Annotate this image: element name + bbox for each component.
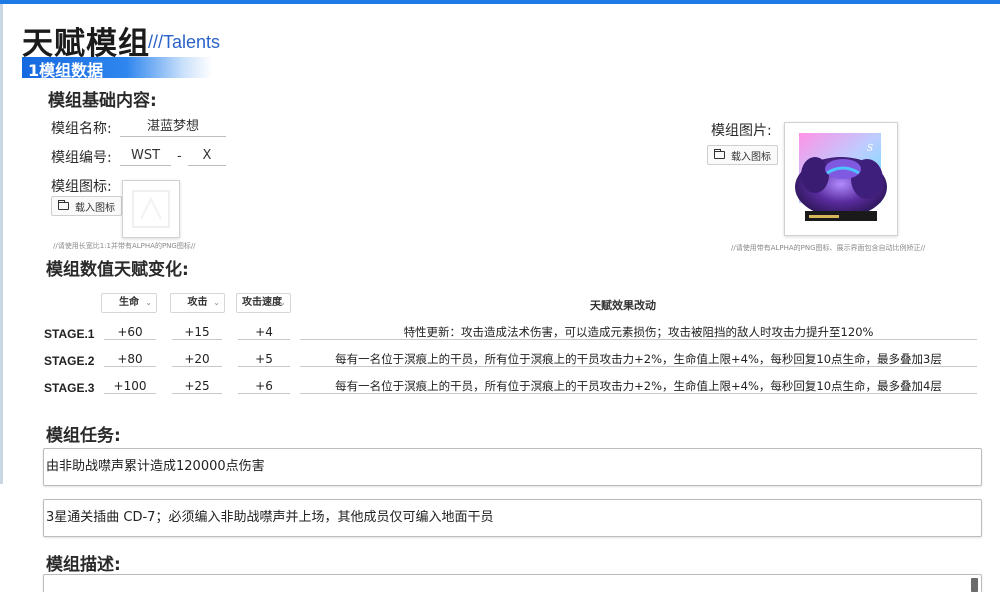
module-image-picture: S (795, 133, 887, 221)
module-id-suffix-field[interactable]: X (188, 146, 226, 166)
module-icon-label: 模组图标: (51, 179, 112, 195)
module-name-label: 模组名称: (51, 121, 112, 137)
module-image-slot[interactable]: S (784, 122, 898, 236)
chevron-down-icon: ⌄ (279, 298, 286, 307)
stage-label: STAGE.1 (44, 327, 95, 341)
column-select-hp-label: 生命 (119, 297, 139, 308)
hp-input[interactable]: +60 (104, 324, 156, 340)
description-heading: 模组描述: (46, 555, 121, 575)
atk-input[interactable]: +15 (172, 324, 222, 340)
column-select-atk[interactable]: 攻击 ⌄ (170, 293, 225, 313)
talent-heading: 模组数值天赋变化: (46, 260, 189, 280)
load-image-button-label: 载入图标 (731, 151, 771, 163)
description-textarea[interactable] (43, 574, 982, 592)
column-select-speed[interactable]: 攻击速度 ⌄ (236, 293, 291, 313)
mission-task-field[interactable]: 由非助战噤声累计造成120000点伤害 (43, 448, 982, 486)
image-hint: //请使用带有ALPHA的PNG图标、展示界面包含自动比例矫正// (731, 244, 926, 252)
load-image-button[interactable]: 载入图标 (707, 145, 778, 165)
basic-heading: 模组基础内容: (48, 91, 157, 111)
hp-input[interactable]: +80 (104, 351, 156, 367)
stage-label: STAGE.3 (44, 381, 95, 395)
top-accent-bar (0, 0, 1000, 4)
module-id-prefix-field[interactable]: WST (120, 146, 171, 166)
load-icon-button-label: 载入图标 (75, 202, 115, 214)
effect-input[interactable]: 每有一名位于溟痕上的干员，所有位于溟痕上的干员攻击力+2%，生命值上限+4%，每… (300, 378, 977, 394)
folder-icon (58, 200, 69, 210)
placeholder-icon (132, 190, 170, 228)
atk-input[interactable]: +20 (172, 351, 222, 367)
speed-input[interactable]: +4 (238, 324, 290, 340)
icon-hint: //请使用长宽比1:1并带有ALPHA的PNG图标// (53, 242, 196, 250)
effect-column-header: 天赋效果改动 (590, 299, 656, 312)
column-select-speed-label: 攻击速度 (242, 297, 282, 308)
chevron-down-icon: ⌄ (145, 298, 152, 307)
svg-text:S: S (867, 144, 873, 154)
section-banner-label: 1模组数据 (28, 61, 104, 80)
module-id-label: 模组编号: (51, 150, 112, 166)
module-id-dash: - (177, 149, 182, 164)
column-select-hp[interactable]: 生命 ⌄ (101, 293, 157, 313)
effect-input[interactable]: 每有一名位于溟痕上的干员，所有位于溟痕上的干员攻击力+2%，生命值上限+4%，每… (300, 351, 977, 367)
load-icon-button[interactable]: 载入图标 (51, 196, 122, 216)
folder-icon (714, 149, 725, 159)
section-banner: 1模组数据 (22, 57, 212, 80)
page-subtitle: ///Talents (148, 32, 221, 52)
mission-heading: 模组任务: (46, 426, 121, 446)
module-icon-slot[interactable] (122, 180, 180, 238)
stage-label: STAGE.2 (44, 354, 95, 368)
column-select-atk-label: 攻击 (187, 297, 208, 308)
speed-input[interactable]: +5 (238, 351, 290, 367)
module-name-field[interactable]: 湛蓝梦想 (120, 117, 226, 137)
mission-task-field[interactable]: 3星通关插曲 CD-7；必须编入非助战噤声并上场，其他成员仅可编入地面干员 (43, 499, 982, 537)
atk-input[interactable]: +25 (172, 378, 222, 394)
module-image-label: 模组图片: (711, 123, 772, 139)
hp-input[interactable]: +100 (104, 378, 156, 394)
effect-input[interactable]: 特性更新：攻击造成法术伤害，可以造成元素损伤；攻击被阻挡的敌人时攻击力提升至12… (300, 324, 977, 340)
speed-input[interactable]: +6 (238, 378, 290, 394)
description-scrollbar[interactable] (971, 578, 978, 592)
chevron-down-icon: ⌄ (213, 298, 220, 307)
left-rail (0, 4, 3, 484)
